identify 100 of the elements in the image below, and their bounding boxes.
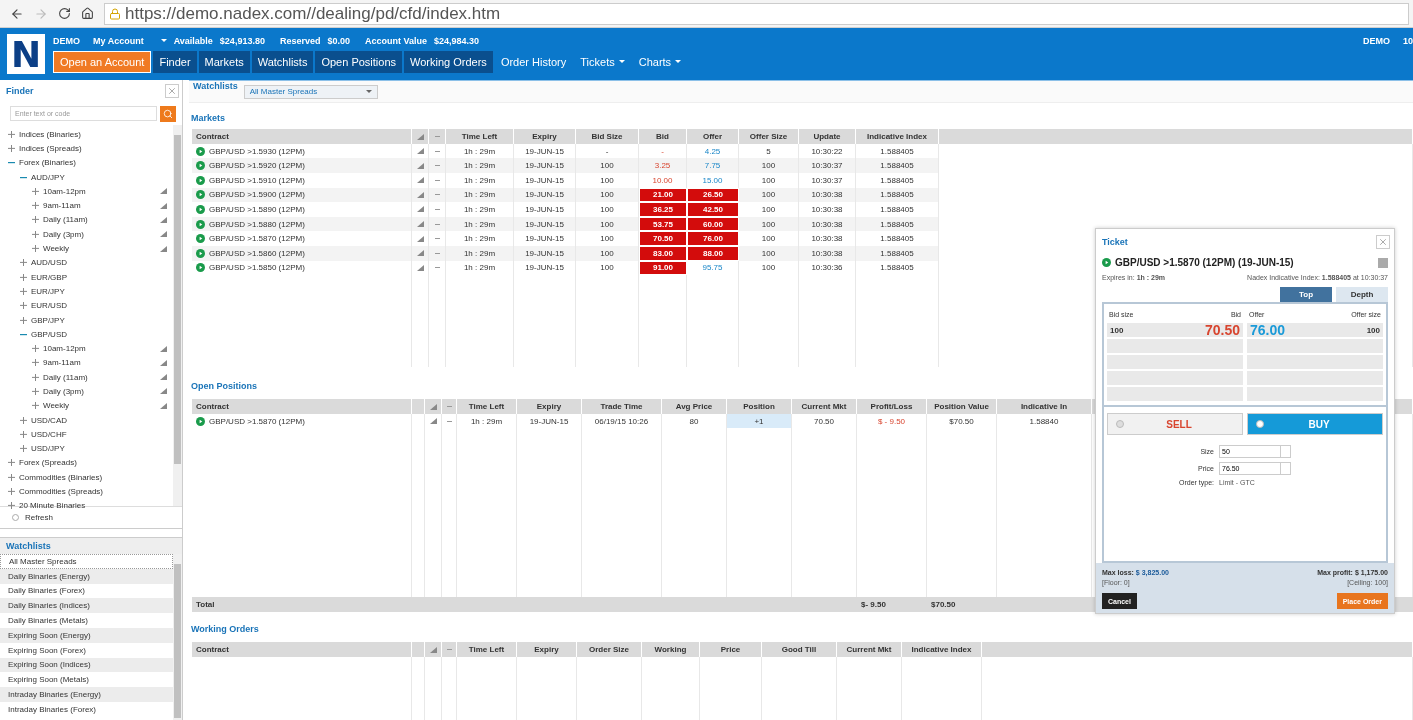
tree-item[interactable]: GBP/JPY [31, 315, 167, 325]
expand-icon[interactable] [8, 473, 15, 481]
column-header[interactable]: Contract [192, 129, 412, 145]
contract-cell[interactable]: GBP/USD >1.5880 (12PM) [192, 216, 412, 232]
column-header[interactable]: Expiry [517, 399, 582, 415]
sell-button[interactable]: SELL [1107, 413, 1243, 435]
bid-cell[interactable]: 3.25 [639, 158, 687, 173]
column-header[interactable]: Time Left [457, 642, 517, 658]
tree-item[interactable]: 9am-11am [43, 201, 156, 211]
expand-icon[interactable] [20, 416, 27, 424]
scrollbar[interactable] [173, 125, 182, 506]
expand-icon[interactable] [32, 230, 39, 238]
expand-icon[interactable] [32, 187, 39, 195]
contract-cell[interactable]: GBP/USD >1.5860 (12PM) [192, 245, 412, 261]
column-header[interactable]: Indicative Index [902, 642, 982, 658]
column-header[interactable]: Trade Time [582, 399, 662, 415]
tree-item[interactable]: USD/CAD [31, 415, 167, 425]
account-link[interactable]: My Account [93, 35, 144, 46]
tree-item[interactable]: Forex (Spreads) [19, 458, 167, 468]
column-header[interactable]: Indicative Index [856, 129, 939, 145]
radio-icon[interactable] [1256, 420, 1264, 428]
column-header[interactable]: Order Size [577, 642, 642, 658]
nav-tab[interactable]: Markets [198, 50, 250, 73]
tree-item[interactable]: 10am-12pm [43, 344, 156, 354]
watchlist-item[interactable]: All Master Spreads [0, 554, 173, 569]
tree-item[interactable]: AUD/USD [31, 258, 167, 268]
tree-item[interactable]: Commodities (Spreads) [19, 487, 167, 497]
watchlist-item[interactable]: Intraday Binaries (Energy) [0, 687, 173, 702]
contract-cell[interactable]: GBP/USD >1.5910 (12PM) [192, 173, 412, 188]
offer-cell[interactable]: 15.00 [687, 173, 739, 188]
expand-icon[interactable] [20, 302, 27, 310]
play-icon[interactable] [196, 175, 205, 185]
column-header[interactable]: Current Mkt [792, 399, 857, 415]
nav-tab[interactable]: Finder [153, 50, 197, 73]
column-header[interactable]: Indicative In [997, 399, 1092, 415]
tab[interactable]: Top [1280, 287, 1332, 302]
column-header[interactable]: Current Mkt [837, 642, 902, 658]
reload-icon[interactable] [58, 7, 71, 20]
tree-item[interactable]: Daily (11am) [43, 215, 156, 225]
tree-item[interactable]: EUR/GBP [31, 272, 167, 282]
column-header[interactable]: Position [727, 399, 792, 415]
contract-cell[interactable]: GBP/USD >1.5890 (12PM) [192, 202, 412, 217]
tree-item[interactable]: Daily (3pm) [43, 229, 156, 239]
play-icon[interactable] [196, 204, 205, 214]
tree-item[interactable]: Weekly [43, 401, 156, 411]
expand-icon[interactable] [8, 144, 15, 152]
contract-cell[interactable]: GBP/USD >1.5920 (12PM) [192, 158, 412, 173]
bid-cell[interactable]: 70.50 [639, 231, 687, 246]
address-bar[interactable]: https://demo.nadex.com//dealing/pd/cfd/index.htm [104, 2, 1409, 25]
nav-tab[interactable]: Open Positions [315, 50, 403, 73]
expand-icon[interactable] [20, 273, 27, 281]
column-header[interactable]: Expiry [517, 642, 577, 658]
contract-cell[interactable]: GBP/USD >1.5900 (12PM) [192, 187, 412, 203]
column-header[interactable]: Update [799, 129, 856, 145]
play-icon[interactable] [196, 161, 205, 171]
tree-item[interactable]: GBP/USD [31, 329, 167, 339]
column-header[interactable]: Time Left [457, 399, 517, 415]
play-icon[interactable] [196, 263, 205, 273]
expand-icon[interactable] [20, 259, 27, 267]
back-icon[interactable] [10, 6, 24, 21]
play-icon[interactable] [196, 190, 205, 200]
expand-icon[interactable] [32, 359, 39, 367]
bid-cell[interactable]: 36.25 [639, 202, 687, 217]
column-header[interactable]: Good Till [762, 642, 837, 658]
expand-icon[interactable] [20, 430, 27, 438]
chart-icon[interactable] [429, 646, 437, 653]
play-icon[interactable] [196, 416, 205, 426]
play-icon[interactable] [196, 234, 205, 244]
offer-cell[interactable]: 76.00 [687, 231, 739, 246]
expand-icon[interactable] [8, 130, 15, 138]
expand-icon[interactable] [32, 345, 39, 353]
radio-icon[interactable] [1116, 420, 1124, 428]
caret-icon[interactable] [365, 90, 372, 94]
expand-icon[interactable] [32, 202, 39, 210]
play-icon[interactable] [196, 219, 205, 229]
expand-icon[interactable] [8, 459, 15, 467]
expand-icon[interactable] [8, 488, 15, 496]
column-header[interactable]: Offer Size [739, 129, 799, 145]
nav-tab[interactable]: Watchlists [251, 50, 314, 73]
tree-item[interactable]: AUD/JPY [31, 172, 167, 182]
nav-tab[interactable]: Charts [632, 50, 688, 73]
column-header[interactable]: Avg Price [662, 399, 727, 415]
play-icon[interactable] [196, 146, 205, 156]
tree-item[interactable]: Commodities (Binaries) [19, 472, 167, 482]
tree-item[interactable]: USD/JPY [31, 444, 167, 454]
column-header[interactable]: Time Left [446, 129, 514, 145]
expand-icon[interactable] [20, 316, 27, 324]
tree-item[interactable]: Forex (Binaries) [19, 158, 167, 168]
column-header[interactable]: Expiry [514, 129, 576, 145]
tree-item[interactable]: EUR/USD [31, 301, 167, 311]
expand-icon[interactable] [20, 445, 27, 453]
tree-item[interactable]: USD/CHF [31, 429, 167, 439]
column-header[interactable]: Offer [687, 129, 739, 145]
tree-item[interactable]: EUR/JPY [31, 286, 167, 296]
expand-icon[interactable] [8, 502, 15, 510]
tree-item[interactable]: 20 Minute Binaries [19, 501, 167, 511]
column-header[interactable]: Profit/Loss [857, 399, 927, 415]
offer-cell[interactable]: 26.50 [687, 187, 739, 203]
bid-cell[interactable]: 10.00 [639, 173, 687, 188]
column-header[interactable]: Position Value [927, 399, 997, 415]
